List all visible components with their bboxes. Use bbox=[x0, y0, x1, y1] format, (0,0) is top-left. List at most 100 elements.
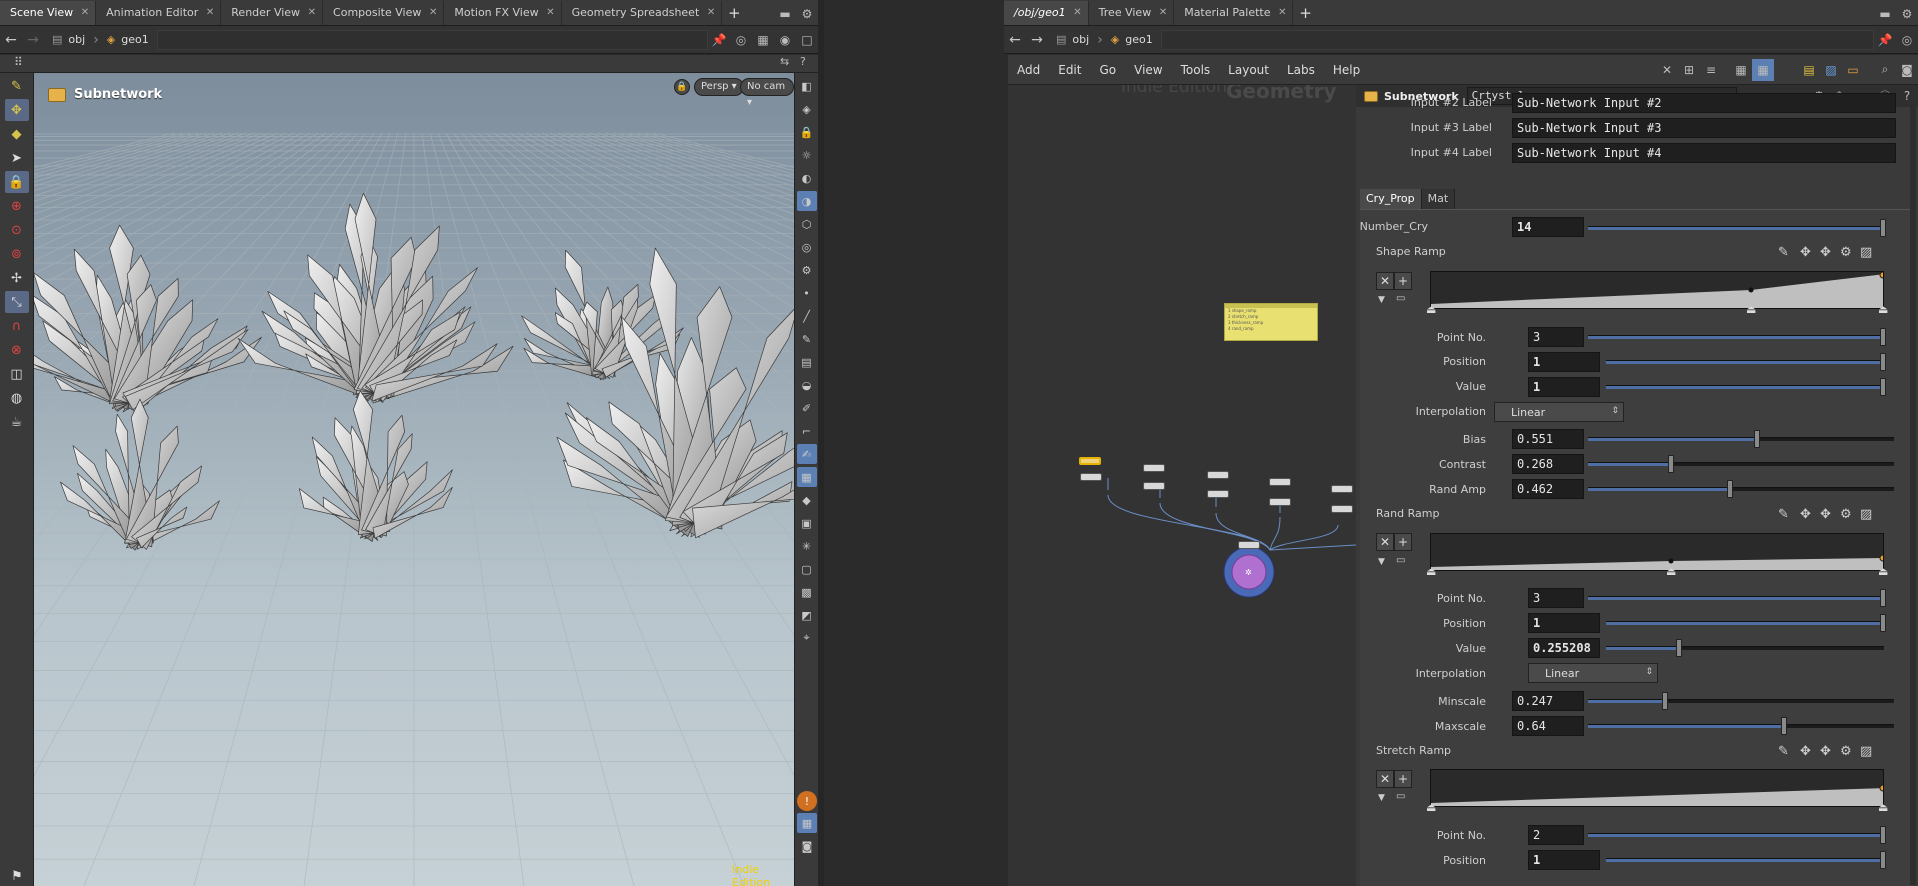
breadcrumb-geo[interactable]: ◈ geo1 bbox=[99, 30, 157, 50]
link-icon[interactable]: ◎ bbox=[730, 29, 752, 51]
rand-amp-field[interactable]: 0.462 bbox=[1512, 479, 1584, 499]
network-grid-icon[interactable]: ▦ bbox=[1752, 58, 1774, 81]
tab-motion-fx-view[interactable]: Motion FX View ✕ bbox=[444, 1, 562, 25]
grid-dots-icon[interactable]: ⠿ bbox=[14, 55, 23, 69]
handle-icon[interactable]: ✎ bbox=[5, 75, 29, 97]
scale-icon[interactable]: ⊚ bbox=[5, 243, 29, 265]
menu-edit[interactable]: Edit bbox=[1049, 63, 1090, 77]
close-icon[interactable]: ✕ bbox=[1073, 1, 1081, 25]
expand-icon[interactable]: ▭ bbox=[1396, 791, 1405, 802]
pin-icon[interactable]: 📌 bbox=[708, 29, 730, 51]
gear-icon[interactable]: ⚙ bbox=[1840, 507, 1852, 522]
forward-icon[interactable]: → bbox=[1026, 29, 1048, 51]
pen-icon[interactable]: ✎ bbox=[797, 329, 817, 349]
ramp-key-marker[interactable]: ⏏ bbox=[1426, 801, 1436, 814]
number-cry-field[interactable]: 14 bbox=[1512, 217, 1584, 237]
shape-point-no-slider[interactable] bbox=[1588, 328, 1886, 346]
tree-icon[interactable]: ⊞ bbox=[1678, 59, 1700, 81]
add-point-button[interactable]: + bbox=[1394, 770, 1412, 788]
brush-icon[interactable]: ✐ bbox=[797, 398, 817, 418]
view-icon[interactable]: ◈ bbox=[797, 99, 817, 119]
stretch-point-no-field[interactable]: 2 bbox=[1528, 825, 1584, 845]
maximize-icon[interactable]: □ bbox=[796, 29, 818, 51]
move-vertical-icon[interactable]: ✥ bbox=[1820, 245, 1831, 260]
rand-amp-slider[interactable] bbox=[1588, 480, 1894, 498]
rand-interp-dropdown[interactable]: Linear ⇕ bbox=[1528, 663, 1658, 683]
rand-ramp-graph[interactable] bbox=[1430, 533, 1884, 571]
input3-field[interactable]: Sub-Network Input #3 bbox=[1512, 118, 1896, 138]
rand-position-slider[interactable] bbox=[1606, 614, 1886, 632]
select-tool-icon[interactable]: ◆ bbox=[5, 123, 29, 145]
pane-options-icon[interactable]: ⚙ bbox=[796, 3, 818, 25]
shape-interp-dropdown[interactable]: Linear ⇕ bbox=[1494, 402, 1624, 422]
stretch-point-no-slider[interactable] bbox=[1588, 826, 1886, 844]
add-point-button[interactable]: + bbox=[1394, 272, 1412, 290]
rotate-icon[interactable]: ⊙ bbox=[5, 219, 29, 241]
shape-value-slider[interactable] bbox=[1606, 378, 1886, 396]
network-node[interactable] bbox=[1331, 505, 1353, 513]
close-icon[interactable]: ✕ bbox=[308, 1, 316, 25]
shape-position-field[interactable]: 1 bbox=[1528, 352, 1600, 372]
target-icon[interactable]: ◉ bbox=[774, 29, 796, 51]
shade-icon[interactable]: ◆ bbox=[797, 490, 817, 510]
pointer-icon[interactable]: ➤ bbox=[5, 147, 29, 169]
bias-slider[interactable] bbox=[1588, 430, 1894, 448]
minscale-field[interactable]: 0.247 bbox=[1512, 691, 1584, 711]
tab-tree-view[interactable]: Tree View ✕ bbox=[1088, 1, 1175, 25]
snap-grid-icon[interactable]: ⊗ bbox=[5, 339, 29, 361]
rand-point-no-slider[interactable] bbox=[1588, 589, 1886, 607]
lock-camera-icon[interactable]: 🔒 bbox=[674, 79, 690, 95]
expand-icon[interactable]: ▭ bbox=[1396, 293, 1405, 304]
gradient-icon[interactable]: ▨ bbox=[1860, 245, 1872, 260]
edge-icon[interactable]: ╱ bbox=[797, 306, 817, 326]
chevron-down-icon[interactable]: ▼ bbox=[1378, 793, 1385, 803]
breadcrumb-geo[interactable]: ◈ geo1 bbox=[1103, 30, 1161, 50]
gradient-icon[interactable]: ▨ bbox=[1860, 507, 1872, 522]
lock-icon[interactable]: 🔒 bbox=[4, 171, 29, 193]
move-icon[interactable]: ✥ bbox=[1800, 744, 1811, 759]
box-icon[interactable]: ▭ bbox=[1842, 59, 1864, 81]
snap-icon[interactable]: ∩ bbox=[5, 315, 29, 337]
curve-icon[interactable]: ⌐ bbox=[797, 421, 817, 441]
grid-icon[interactable]: ▦ bbox=[1730, 59, 1752, 81]
camera-icon[interactable]: ◫ bbox=[5, 363, 29, 385]
tab-material-palette[interactable]: Material Palette ✕ bbox=[1174, 1, 1294, 25]
pen-icon[interactable]: ✎ bbox=[1778, 507, 1789, 522]
network-node[interactable] bbox=[1269, 478, 1291, 486]
rand-point-no-field[interactable]: 3 bbox=[1528, 588, 1584, 608]
network-node[interactable] bbox=[1269, 498, 1291, 506]
input2-field[interactable]: Sub-Network Input #2 bbox=[1512, 93, 1896, 113]
menu-view[interactable]: View bbox=[1125, 63, 1171, 77]
pen-icon[interactable]: ✎ bbox=[1778, 744, 1789, 759]
stretch-ramp-graph[interactable] bbox=[1430, 769, 1884, 807]
render-icon[interactable]: ◍ bbox=[5, 387, 29, 409]
network-node[interactable] bbox=[1207, 471, 1229, 479]
expand-icon[interactable]: ▭ bbox=[1396, 555, 1405, 566]
breadcrumb-obj[interactable]: ▤ obj bbox=[1048, 30, 1097, 50]
reference-icon[interactable]: ◩ bbox=[797, 605, 817, 625]
light-bulb-icon[interactable]: ◐ bbox=[797, 168, 817, 188]
menu-tools[interactable]: Tools bbox=[1172, 63, 1220, 77]
camera-view-icon[interactable]: ◎ bbox=[797, 237, 817, 257]
back-icon[interactable]: ← bbox=[0, 29, 22, 51]
search-icon[interactable]: ⌕ bbox=[1874, 59, 1896, 81]
ramp-key-marker[interactable]: ⏏ bbox=[1426, 565, 1436, 578]
display-options-icon[interactable]: ⇆ bbox=[780, 55, 789, 68]
lock-view-icon[interactable]: 🔒 bbox=[797, 122, 817, 142]
delete-point-button[interactable]: ✕ bbox=[1376, 770, 1394, 788]
tab-composite-view[interactable]: Composite View ✕ bbox=[323, 1, 445, 25]
delete-point-button[interactable]: ✕ bbox=[1376, 533, 1394, 551]
forward-icon[interactable]: → bbox=[22, 29, 44, 51]
close-icon[interactable]: ✕ bbox=[429, 1, 437, 25]
menu-add[interactable]: Add bbox=[1008, 63, 1049, 77]
3d-viewport[interactable]: y Subnetwork 🔒 Persp ▾ No cam ▾ Indie Ed… bbox=[34, 73, 794, 886]
chevron-down-icon[interactable]: ▼ bbox=[1378, 295, 1385, 305]
pose-icon[interactable]: ✢ bbox=[5, 267, 29, 289]
tab-network-path[interactable]: /obj/geo1 ✕ bbox=[1004, 1, 1089, 25]
lightbulb-icon[interactable]: ☼ bbox=[797, 145, 817, 165]
back-icon[interactable]: ← bbox=[1004, 29, 1026, 51]
stretch-position-field[interactable]: 1 bbox=[1528, 850, 1600, 870]
pin-icon[interactable]: 📌 bbox=[1874, 29, 1896, 51]
contrast-field[interactable]: 0.268 bbox=[1512, 454, 1584, 474]
tab-mat[interactable]: Mat bbox=[1421, 189, 1456, 209]
